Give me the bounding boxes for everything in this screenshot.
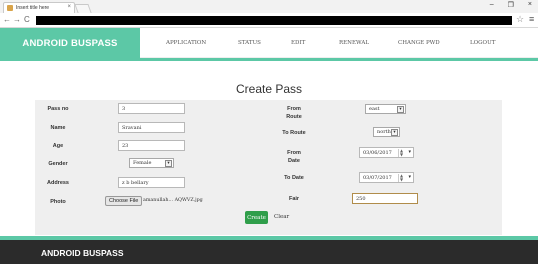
address-bar[interactable]: [36, 16, 512, 25]
browser-tab-bar: Insert title here × – ❐ ×: [0, 0, 538, 13]
to-date-value: 03/07/2017: [363, 175, 392, 181]
from-date-label: From Date: [287, 150, 301, 164]
create-pass-form: [35, 100, 502, 235]
from-route-select[interactable]: east ▾: [365, 104, 406, 114]
calendar-dropdown-icon[interactable]: ▾: [408, 149, 411, 155]
from-route-label: From Route: [286, 106, 302, 120]
forward-arrow-icon[interactable]: →: [13, 15, 21, 24]
app-header: ANDROID BUSPASS APPLICATION STATUS EDIT …: [0, 28, 538, 58]
calendar-dropdown-icon[interactable]: ▾: [408, 174, 411, 180]
chevron-down-icon: ▾: [397, 106, 404, 113]
new-tab-button[interactable]: [74, 4, 92, 13]
pass-no-input[interactable]: 3: [118, 103, 185, 114]
bookmark-star-icon[interactable]: ☆: [516, 14, 524, 25]
tab-close-icon[interactable]: ×: [67, 4, 71, 10]
tab-title: Insert title here: [16, 5, 50, 11]
nav-application[interactable]: APPLICATION: [166, 40, 206, 46]
gender-select-value: Female: [133, 160, 152, 166]
fair-input[interactable]: 250: [352, 193, 418, 204]
create-button[interactable]: Create: [245, 211, 268, 224]
window-controls: – ❐ ×: [490, 1, 532, 9]
name-label: Name: [50, 125, 66, 131]
app-footer: ANDROID BUSPASS: [0, 240, 538, 264]
to-route-value: north: [377, 129, 391, 135]
nav-edit[interactable]: EDIT: [291, 40, 305, 46]
reload-icon[interactable]: C: [24, 15, 30, 24]
browser-tab[interactable]: Insert title here ×: [3, 2, 75, 13]
from-date-value: 03/06/2017: [363, 150, 392, 156]
brand-logo[interactable]: ANDROID BUSPASS: [0, 28, 140, 58]
gender-select[interactable]: Female ▾: [129, 158, 174, 168]
close-window-icon[interactable]: ×: [528, 1, 532, 9]
header-accent-strip: [0, 58, 538, 61]
back-arrow-icon[interactable]: ←: [3, 15, 11, 24]
fair-label: Fair: [288, 196, 300, 202]
nav-change-pwd[interactable]: CHANGE PWD: [398, 40, 440, 46]
selected-file-name: amanullah... AQWVZ.jpg: [143, 198, 203, 203]
to-date-label: To Date: [284, 175, 304, 181]
pass-no-label: Pass no: [47, 106, 69, 112]
to-route-label: To Route: [282, 130, 306, 136]
date-spinner-icon[interactable]: ▲ ▼: [398, 174, 404, 182]
age-label: Age: [52, 143, 64, 149]
nav-renewal[interactable]: RENEWAL: [339, 40, 369, 46]
date-spinner-icon[interactable]: ▲ ▼: [398, 149, 404, 157]
chevron-down-icon: ▾: [391, 129, 398, 136]
age-input[interactable]: 23: [118, 140, 185, 151]
chevron-down-icon: ▾: [165, 160, 172, 167]
page-title: Create Pass: [235, 82, 303, 96]
choose-file-button[interactable]: Choose File: [105, 196, 143, 206]
favicon-icon: [7, 5, 13, 11]
footer-brand: ANDROID BUSPASS: [41, 248, 124, 258]
name-input[interactable]: Sravani: [118, 122, 185, 133]
photo-label: Photo: [50, 199, 66, 205]
gender-label: Gender: [48, 161, 68, 167]
clear-button[interactable]: Clear: [274, 214, 289, 220]
from-date-input[interactable]: 03/06/2017 ▲ ▼ ▾: [359, 147, 414, 158]
maximize-icon[interactable]: ❐: [508, 1, 514, 9]
nav-logout[interactable]: LOGOUT: [470, 40, 495, 46]
to-route-select[interactable]: north ▾: [373, 127, 400, 137]
browser-toolbar: ← → C ☆ ≡: [0, 13, 538, 28]
address-input[interactable]: z b bellary: [118, 177, 185, 188]
browser-menu-icon[interactable]: ≡: [529, 14, 534, 24]
minimize-icon[interactable]: –: [490, 1, 494, 9]
to-date-input[interactable]: 03/07/2017 ▲ ▼ ▾: [359, 172, 414, 183]
from-route-value: east: [369, 106, 380, 112]
address-label: Address: [46, 180, 69, 186]
nav-status[interactable]: STATUS: [238, 40, 261, 46]
